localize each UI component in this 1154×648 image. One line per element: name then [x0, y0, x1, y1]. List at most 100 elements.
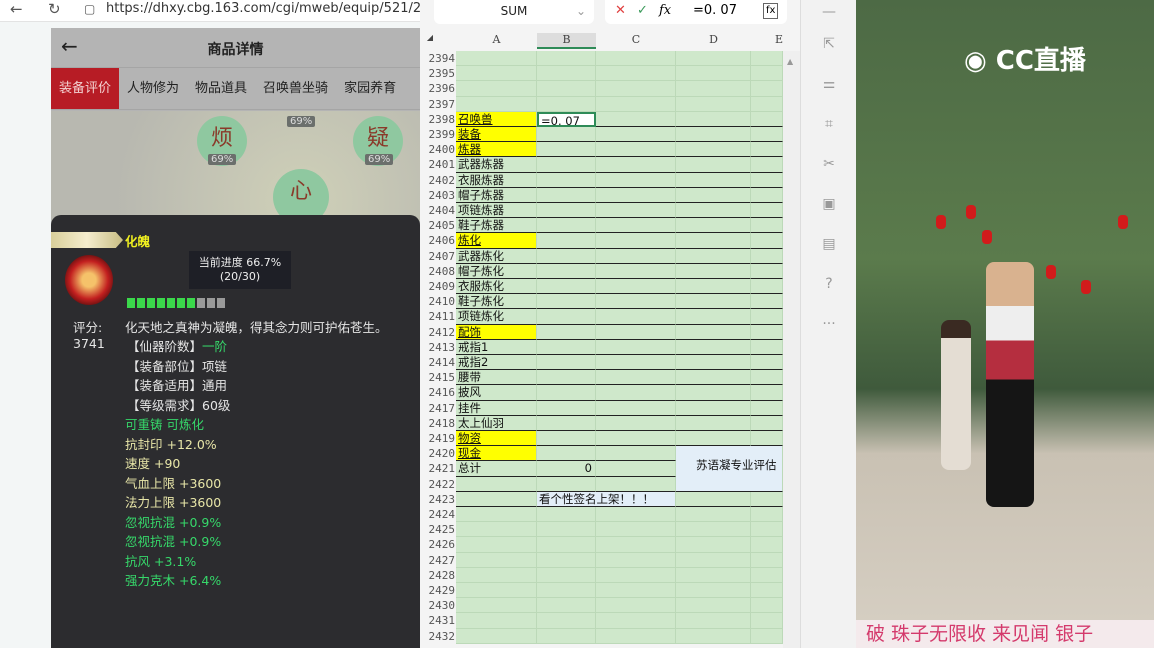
cell-d2416[interactable] [676, 385, 751, 401]
row-number[interactable]: 2429 [420, 583, 456, 599]
column-header-c[interactable]: C [596, 33, 676, 49]
cell-e2414[interactable] [751, 355, 783, 371]
cell-e2408[interactable] [751, 263, 783, 279]
cell-d2411[interactable] [676, 309, 751, 325]
cell-a2422[interactable] [456, 476, 537, 492]
cell-c2406[interactable] [596, 233, 676, 249]
cell-b2406[interactable] [537, 233, 596, 249]
more-icon[interactable]: ··· [819, 316, 839, 336]
cell-c2395[interactable] [596, 66, 676, 82]
cell-d2397[interactable] [676, 96, 751, 112]
cell-b2409[interactable] [537, 279, 596, 295]
cell-b2419[interactable] [537, 431, 596, 447]
vertical-scrollbar[interactable]: ▲ [783, 51, 800, 648]
cell-d2420[interactable]: 苏语凝专业评估 [676, 446, 783, 492]
cell-b2412[interactable] [537, 324, 596, 340]
cell-d2401[interactable] [676, 157, 751, 173]
tab-cultivation[interactable]: 人物修为 [119, 68, 187, 109]
cell-b2423[interactable]: 看个性签名上架！！！ [537, 491, 676, 507]
cell-d2407[interactable] [676, 248, 751, 264]
cell-d2404[interactable] [676, 203, 751, 219]
cell-e2404[interactable] [751, 203, 783, 219]
row-number[interactable]: 2422 [420, 476, 456, 492]
cell-e2427[interactable] [751, 552, 783, 568]
cell-a2419[interactable]: 物资 [456, 431, 537, 447]
cell-b2424[interactable] [537, 507, 596, 523]
function-icon[interactable]: fx [659, 0, 671, 22]
row-number[interactable]: 2395 [420, 66, 456, 82]
column-header-e[interactable]: E [751, 33, 783, 49]
confirm-icon[interactable]: ✓ [637, 0, 648, 22]
cell-c2422[interactable] [596, 476, 676, 492]
cell-a2410[interactable]: 鞋子炼化 [456, 294, 537, 310]
cell-a2394[interactable] [456, 51, 537, 67]
cell-a2407[interactable]: 武器炼化 [456, 248, 537, 264]
row-number[interactable]: 2419 [420, 431, 456, 447]
cell-a2428[interactable] [456, 567, 537, 583]
row-number[interactable]: 2418 [420, 415, 456, 431]
cell-e2405[interactable] [751, 218, 783, 234]
cell-e2425[interactable] [751, 522, 783, 538]
tools-icon[interactable]: ✂ [819, 156, 839, 176]
name-box[interactable]: SUM ⌄ [434, 0, 594, 24]
row-number[interactable]: 2416 [420, 385, 456, 401]
cell-d2413[interactable] [676, 339, 751, 355]
cell-c2398[interactable] [596, 111, 676, 127]
cell-d2432[interactable] [676, 628, 751, 644]
cell-d2395[interactable] [676, 66, 751, 82]
cell-d2402[interactable] [676, 172, 751, 188]
cell-a2402[interactable]: 衣服炼器 [456, 172, 537, 188]
cell-d2425[interactable] [676, 522, 751, 538]
cell-a2413[interactable]: 戒指1 [456, 339, 537, 355]
formula-bar[interactable]: ✕ ✓ fx =0. 07 fx [605, 0, 787, 24]
cell-c2424[interactable] [596, 507, 676, 523]
row-number[interactable]: 2428 [420, 567, 456, 583]
cell-a2411[interactable]: 项链炼化 [456, 309, 537, 325]
help-icon[interactable]: ? [819, 276, 839, 296]
cell-a2403[interactable]: 帽子炼器 [456, 187, 537, 203]
row-number[interactable]: 2410 [420, 294, 456, 310]
row-number[interactable]: 2402 [420, 172, 456, 188]
cell-e2429[interactable] [751, 583, 783, 599]
row-number[interactable]: 2415 [420, 370, 456, 386]
cell-a2431[interactable] [456, 613, 537, 629]
cell-c2431[interactable] [596, 613, 676, 629]
cell-b2428[interactable] [537, 567, 596, 583]
cell-b2411[interactable] [537, 309, 596, 325]
cell-b2421[interactable]: 0 [537, 461, 596, 477]
cell-a2425[interactable] [456, 522, 537, 538]
cell-e2426[interactable] [751, 537, 783, 553]
row-number[interactable]: 2401 [420, 157, 456, 173]
cell-b2402[interactable] [537, 172, 596, 188]
cell-e2401[interactable] [751, 157, 783, 173]
cell-a2412[interactable]: 配饰 [456, 324, 537, 340]
cell-d2426[interactable] [676, 537, 751, 553]
cell-a2424[interactable] [456, 507, 537, 523]
row-number[interactable]: 2412 [420, 324, 456, 340]
cell-b2408[interactable] [537, 263, 596, 279]
cell-a2432[interactable] [456, 628, 537, 644]
cell-e2418[interactable] [751, 415, 783, 431]
cell-b2394[interactable] [537, 51, 596, 67]
cell-b2429[interactable] [537, 583, 596, 599]
cell-a2397[interactable] [456, 96, 537, 112]
cell-b2422[interactable] [537, 476, 596, 492]
cell-b2397[interactable] [537, 96, 596, 112]
row-number[interactable]: 2397 [420, 96, 456, 112]
row-number[interactable]: 2400 [420, 142, 456, 158]
formula-input[interactable]: =0. 07 [693, 0, 737, 22]
cell-a2430[interactable] [456, 598, 537, 614]
cell-d2431[interactable] [676, 613, 751, 629]
cell-d2415[interactable] [676, 370, 751, 386]
cell-a2426[interactable] [456, 537, 537, 553]
cell-c2405[interactable] [596, 218, 676, 234]
row-number[interactable]: 2420 [420, 446, 456, 462]
cell-c2414[interactable] [596, 355, 676, 371]
cell-a2420[interactable]: 现金 [456, 446, 537, 462]
row-number[interactable]: 2427 [420, 552, 456, 568]
cell-c2415[interactable] [596, 370, 676, 386]
cell-a2395[interactable] [456, 66, 537, 82]
cell-e2431[interactable] [751, 613, 783, 629]
cell-d2410[interactable] [676, 294, 751, 310]
row-number[interactable]: 2398 [420, 111, 456, 127]
